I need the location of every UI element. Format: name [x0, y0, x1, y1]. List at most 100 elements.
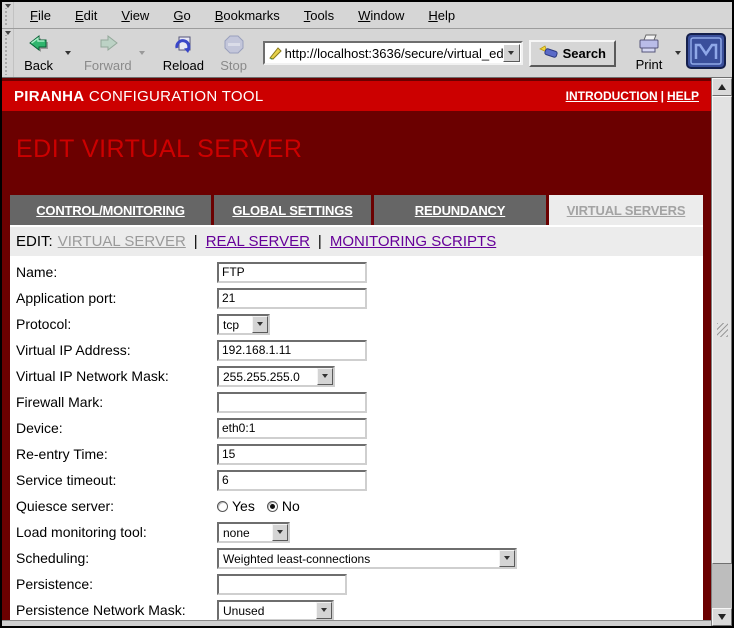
scrollbar-trough[interactable]: [712, 564, 732, 608]
arrow-down-icon: [718, 614, 726, 620]
toolbar-grippy[interactable]: [2, 29, 14, 77]
subnav-prefix: EDIT:: [16, 233, 53, 250]
field-label: Firewall Mark:: [10, 394, 217, 410]
persistence-mask-select[interactable]: Unused: [217, 600, 334, 621]
tab-label: GLOBAL SETTINGS: [232, 203, 352, 218]
field-label: Name:: [10, 264, 217, 280]
url-input[interactable]: [285, 46, 503, 61]
url-history-button[interactable]: [503, 44, 520, 62]
print-dropdown-icon[interactable]: [675, 51, 681, 55]
collapse-icon: [5, 31, 11, 35]
tab-virtual-servers[interactable]: VIRTUAL SERVERS: [549, 195, 703, 225]
search-button[interactable]: Search: [529, 40, 616, 67]
url-bar: [263, 41, 523, 65]
chevron-down-icon: [272, 524, 288, 541]
chevron-down-icon: [508, 51, 514, 55]
navigation-toolbar: Back Forward Reload: [2, 29, 732, 78]
field-label: Persistence Network Mask:: [10, 602, 217, 618]
tab-label: VIRTUAL SERVERS: [567, 203, 686, 218]
form-row-service-timeout: Service timeout:: [10, 467, 703, 493]
subnav-separator: |: [186, 233, 206, 250]
scrollbar-thumb[interactable]: [712, 96, 732, 564]
load-monitoring-select[interactable]: none: [217, 522, 290, 543]
field-label: Persistence:: [10, 576, 217, 592]
forward-icon: [96, 34, 120, 58]
menu-item-go[interactable]: Go: [161, 4, 202, 27]
stop-label: Stop: [220, 58, 247, 73]
field-label: Device:: [10, 420, 217, 436]
scheduling-select[interactable]: Weighted least-connections: [217, 548, 517, 569]
back-dropdown-icon[interactable]: [65, 51, 71, 55]
menu-item-bookmarks[interactable]: Bookmarks: [203, 4, 292, 27]
reload-button[interactable]: Reload: [160, 32, 207, 75]
page-viewport: PIRANHA CONFIGURATION TOOL INTRODUCTION|…: [2, 78, 711, 620]
menu-item-edit[interactable]: Edit: [63, 4, 109, 27]
reload-label: Reload: [163, 58, 204, 73]
tab-control-monitoring[interactable]: CONTROL/MONITORING: [10, 195, 211, 225]
chevron-down-icon: [317, 368, 333, 385]
form-row-name: Name:: [10, 259, 703, 285]
introduction-link[interactable]: INTRODUCTION: [566, 89, 658, 103]
form-row-scheduling: Scheduling: Weighted least-connections: [10, 545, 703, 571]
mozilla-logo-button[interactable]: [686, 33, 726, 74]
protocol-select[interactable]: tcp: [217, 314, 270, 335]
back-button[interactable]: Back: [18, 32, 60, 75]
stop-button[interactable]: Stop: [213, 32, 255, 75]
subnav-monitoring-scripts-link[interactable]: MONITORING SCRIPTS: [330, 233, 496, 250]
scroll-down-button[interactable]: [712, 608, 732, 626]
field-label: Virtual IP Address:: [10, 342, 217, 358]
select-value: tcp: [219, 316, 252, 333]
virtual-ip-mask-select[interactable]: 255.255.255.0: [217, 366, 335, 387]
menu-item-tools[interactable]: Tools: [292, 4, 346, 27]
collapse-icon: [5, 4, 11, 8]
virtual-ip-input[interactable]: [217, 340, 367, 361]
quiesce-yes-radio[interactable]: [217, 501, 228, 512]
menu-item-help[interactable]: Help: [416, 4, 467, 27]
page-title: EDIT VIRTUAL SERVER: [2, 111, 711, 195]
name-input[interactable]: [217, 262, 367, 283]
subnav-virtual-server-current[interactable]: VIRTUAL SERVER: [58, 233, 186, 250]
persistence-input[interactable]: [217, 574, 347, 595]
field-label: Re-entry Time:: [10, 446, 217, 462]
quiesce-no-label: No: [282, 498, 300, 514]
subnav-real-server-link[interactable]: REAL SERVER: [206, 233, 310, 250]
menu-item-window[interactable]: Window: [346, 4, 416, 27]
form-row-virtual-ip: Virtual IP Address:: [10, 337, 703, 363]
arrow-up-icon: [718, 84, 726, 90]
select-value: 255.255.255.0: [219, 368, 317, 385]
form-row-load-monitoring: Load monitoring tool: none: [10, 519, 703, 545]
tab-redundancy[interactable]: REDUNDANCY: [374, 195, 546, 225]
field-label: Load monitoring tool:: [10, 524, 217, 540]
subnav-separator: |: [310, 233, 330, 250]
form-row-persistence-mask: Persistence Network Mask: Unused: [10, 597, 703, 620]
form-row-quiesce-server: Quiesce server: Yes No: [10, 493, 703, 519]
reentry-time-input[interactable]: [217, 444, 367, 465]
forward-button[interactable]: Forward: [82, 32, 135, 75]
stop-icon: [222, 34, 246, 58]
field-label: Service timeout:: [10, 472, 217, 488]
status-strip: [2, 620, 711, 626]
form-row-protocol: Protocol: tcp: [10, 311, 703, 337]
service-timeout-input[interactable]: [217, 470, 367, 491]
form-row-reentry-time: Re-entry Time:: [10, 441, 703, 467]
quiesce-no-radio[interactable]: [267, 501, 278, 512]
device-input[interactable]: [217, 418, 367, 439]
search-label: Search: [563, 46, 606, 61]
firewall-mark-input[interactable]: [217, 392, 367, 413]
app-title-rest: CONFIGURATION TOOL: [84, 88, 263, 105]
chevron-down-icon: [252, 316, 268, 333]
search-icon: [539, 45, 559, 61]
print-button[interactable]: Print: [628, 32, 670, 74]
header-link-separator: |: [658, 89, 667, 103]
menu-item-view[interactable]: View: [109, 4, 161, 27]
scroll-up-button[interactable]: [712, 78, 732, 96]
menu-item-file[interactable]: File: [18, 4, 63, 27]
page-column: PIRANHA CONFIGURATION TOOL INTRODUCTION|…: [2, 78, 711, 626]
help-link[interactable]: HELP: [667, 89, 699, 103]
application-port-input[interactable]: [217, 288, 367, 309]
tab-global-settings[interactable]: GLOBAL SETTINGS: [214, 195, 371, 225]
print-label: Print: [636, 57, 663, 72]
form-row-firewall-mark: Firewall Mark:: [10, 389, 703, 415]
forward-dropdown-icon[interactable]: [139, 51, 145, 55]
toolbar-grippy[interactable]: [2, 2, 14, 28]
